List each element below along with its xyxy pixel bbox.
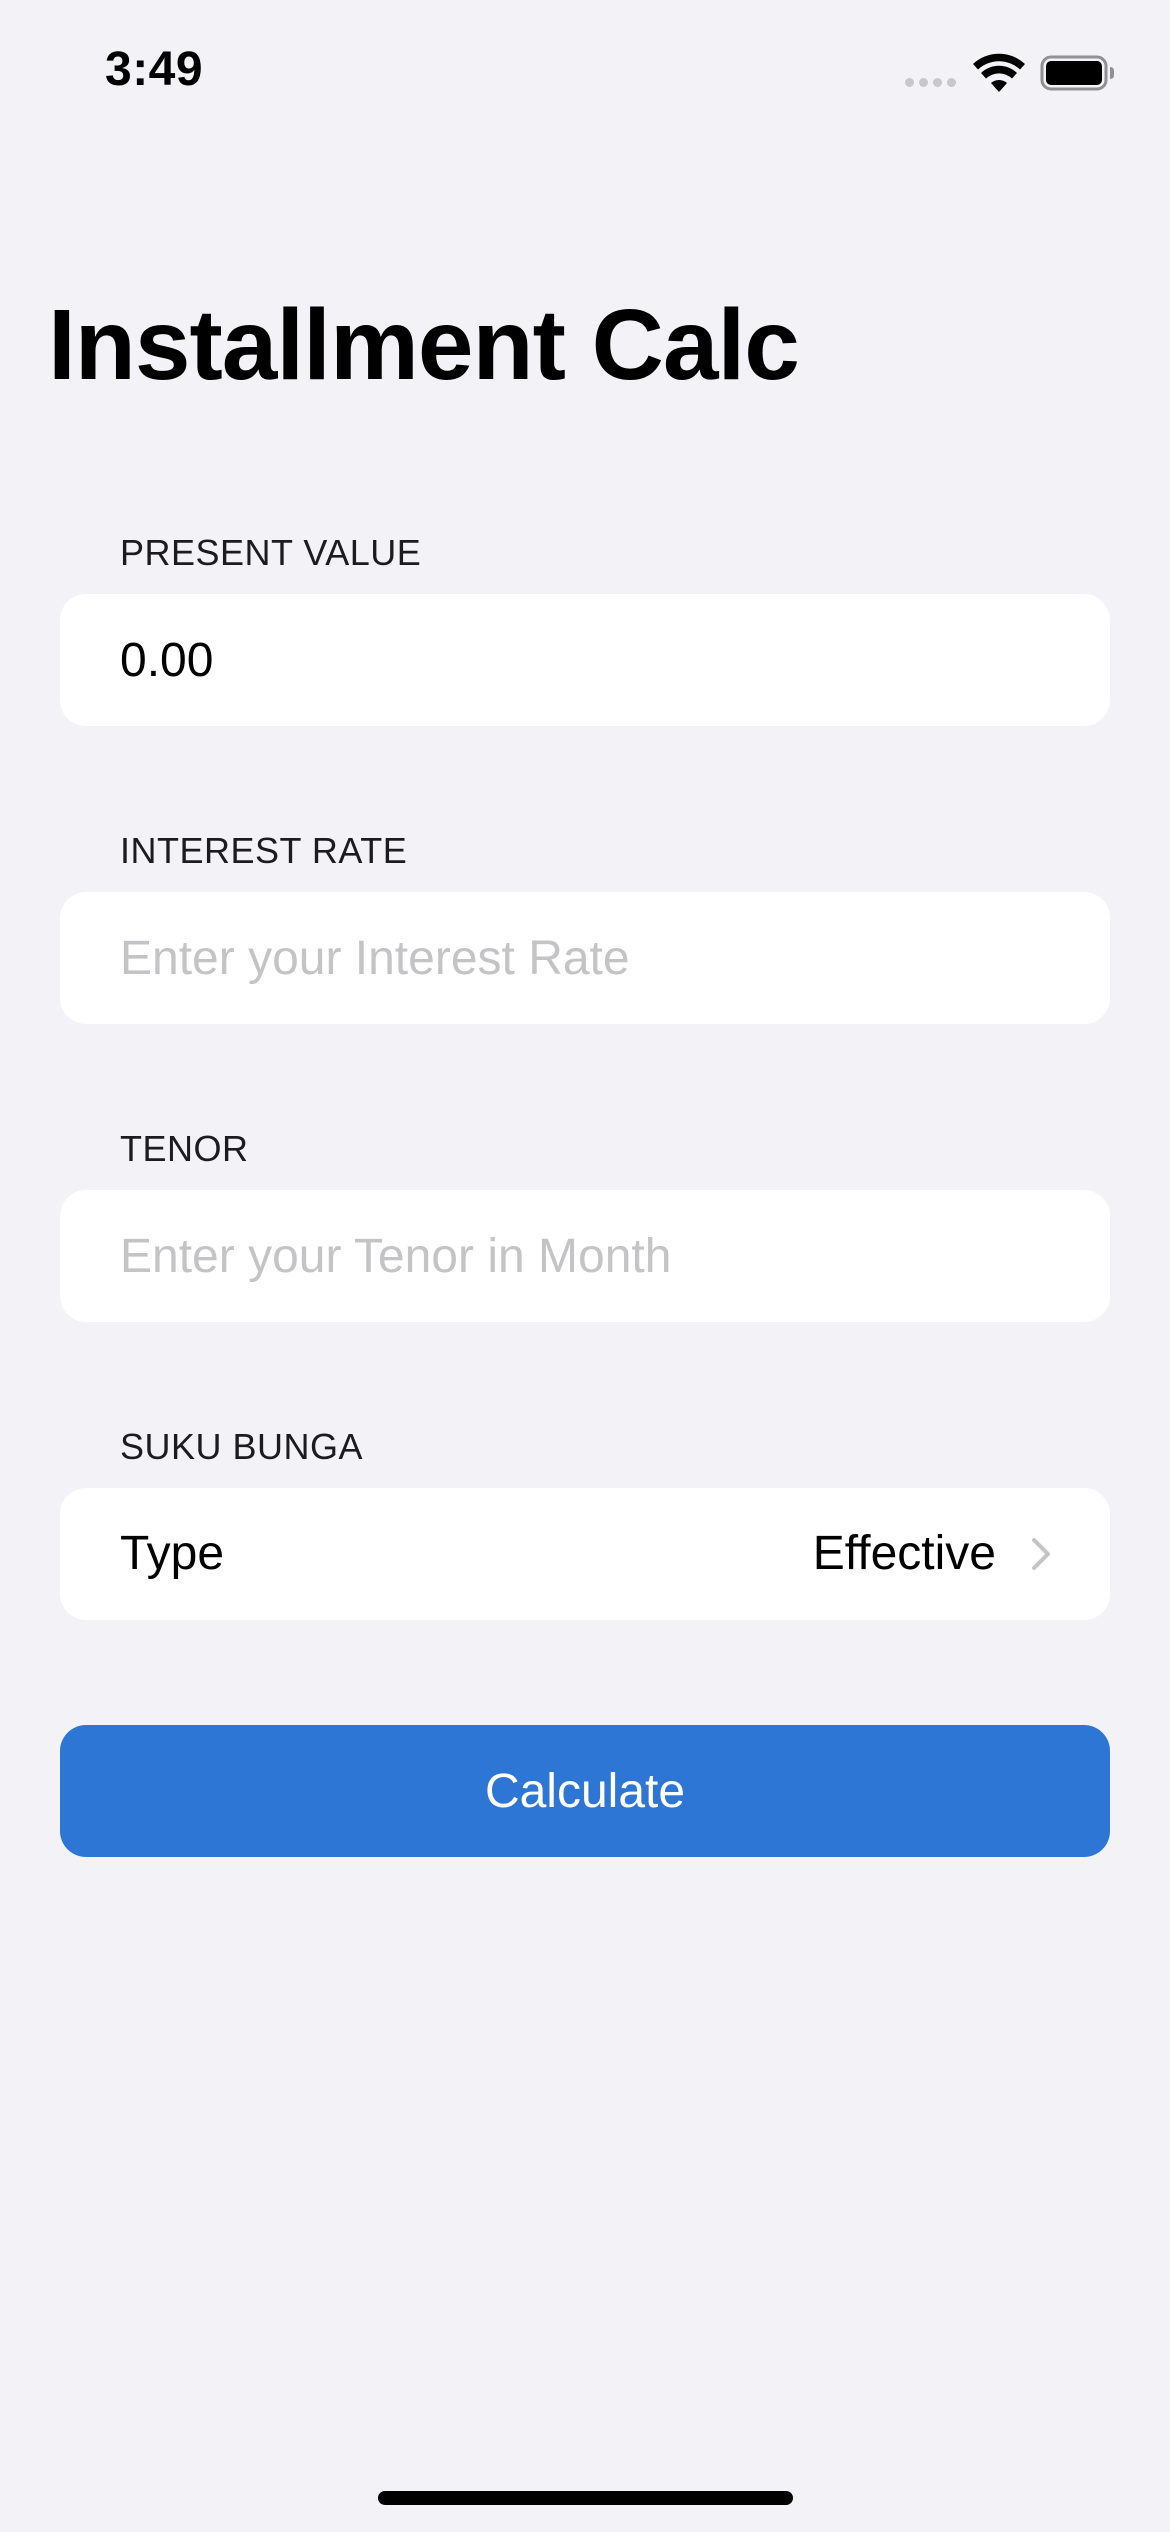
type-picker-row[interactable]: Type Effective [60, 1488, 1110, 1620]
present-value-header: PRESENT VALUE [120, 532, 422, 573]
calculate-button[interactable]: Calculate [60, 1725, 1110, 1857]
page-title: Installment Calc [48, 289, 800, 401]
battery-icon [1040, 55, 1114, 91]
tenor-header: TENOR [120, 1128, 249, 1169]
type-selected-value: Effective [812, 1527, 996, 1580]
interest-rate-input[interactable] [120, 892, 1060, 1024]
suku-bunga-header: SUKU BUNGA [120, 1426, 364, 1467]
interest-rate-field-container [60, 892, 1110, 1024]
status-time: 3:49 [105, 43, 204, 96]
home-indicator[interactable] [378, 2491, 793, 2505]
chevron-right-icon [1032, 1538, 1050, 1570]
present-value-input[interactable] [120, 594, 1060, 726]
present-value-field-container [60, 594, 1110, 726]
tenor-field-container [60, 1190, 1110, 1322]
tenor-input[interactable] [120, 1190, 1060, 1322]
type-label: Type [120, 1527, 225, 1580]
wifi-icon [973, 53, 1025, 92]
cellular-signal-icon [905, 78, 956, 87]
interest-rate-header: INTEREST RATE [120, 830, 408, 871]
